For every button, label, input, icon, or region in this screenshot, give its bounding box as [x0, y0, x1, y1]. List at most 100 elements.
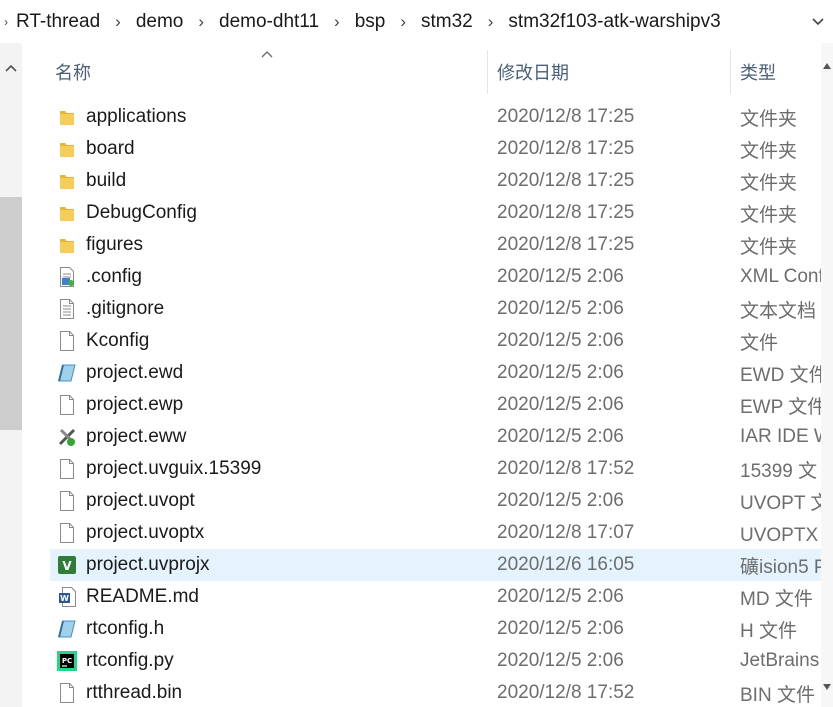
svg-text:PC: PC	[62, 657, 72, 665]
scrollbar-thumb[interactable]	[0, 197, 22, 430]
folder-icon	[56, 138, 78, 160]
file-modified-date: 2020/12/8 17:25	[497, 106, 635, 127]
file-name: rtthread.bin	[86, 682, 183, 703]
file-modified-date: 2020/12/8 17:07	[497, 522, 635, 543]
file-name: rtconfig.py	[86, 650, 174, 671]
svg-text:W: W	[60, 594, 69, 603]
file-row[interactable]: rtthread.bin 2020/12/8 17:52 BIN 文件	[50, 677, 821, 707]
caret-down-icon	[823, 684, 831, 690]
file-name: .config	[86, 266, 142, 287]
file-modified-date: 2020/12/5 2:06	[497, 362, 624, 383]
file-type: UVOPT 文	[740, 492, 821, 514]
chevron-right-icon[interactable]: ›	[389, 12, 417, 32]
chevron-right-icon[interactable]: ›	[477, 12, 505, 32]
breadcrumb-segment[interactable]: RT-thread	[12, 11, 104, 33]
file-row[interactable]: .gitignore 2020/12/5 2:06 文本文档	[50, 293, 821, 325]
column-header-bar: 名称 修改日期 类型	[50, 50, 821, 94]
file-name: build	[86, 170, 127, 191]
file-type: JetBrains	[740, 650, 820, 671]
chevron-right-icon[interactable]: ›	[187, 12, 215, 32]
file-row[interactable]: applications 2020/12/8 17:25 文件夹	[50, 101, 821, 133]
file-type: MD 文件	[740, 588, 813, 610]
generic-app-file-icon	[56, 362, 78, 384]
file-row[interactable]: .config 2020/12/5 2:06 XML Conf	[50, 261, 821, 293]
file-row[interactable]: rtconfig.h 2020/12/5 2:06 H 文件	[50, 613, 821, 645]
blank-file-icon	[56, 330, 78, 352]
file-row[interactable]: Kconfig 2020/12/5 2:06 文件	[50, 325, 821, 357]
keil-project-icon: V	[56, 554, 78, 576]
scroll-down-button[interactable]	[821, 678, 833, 696]
blank-file-icon	[56, 394, 78, 416]
chevron-right-icon[interactable]: ›	[104, 12, 132, 32]
breadcrumb-overflow-icon[interactable]: ›	[0, 15, 12, 29]
file-type: BIN 文件	[740, 684, 815, 706]
column-header-type[interactable]: 类型	[731, 50, 821, 94]
file-type: 15399 文	[740, 460, 818, 482]
scroll-up-button[interactable]	[0, 57, 22, 79]
breadcrumb-segment[interactable]: stm32	[417, 11, 477, 33]
file-modified-date: 2020/12/5 2:06	[497, 298, 624, 319]
file-row[interactable]: build 2020/12/8 17:25 文件夹	[50, 165, 821, 197]
file-modified-date: 2020/12/8 17:52	[497, 458, 635, 479]
file-name: project.uvguix.15399	[86, 458, 262, 479]
file-modified-date: 2020/12/8 17:52	[497, 682, 635, 703]
file-row[interactable]: board 2020/12/8 17:25 文件夹	[50, 133, 821, 165]
scroll-up-button[interactable]	[821, 57, 833, 75]
column-header-label: 名称	[55, 63, 91, 83]
chevron-right-icon[interactable]: ›	[323, 12, 351, 32]
file-modified-date: 2020/12/5 2:06	[497, 586, 624, 607]
breadcrumb-segment[interactable]: demo-dht11	[215, 11, 323, 33]
file-name: project.ewd	[86, 362, 184, 383]
breadcrumb-segment[interactable]: stm32f103-atk-warshipv3	[504, 11, 724, 33]
file-row[interactable]: project.uvguix.15399 2020/12/8 17:52 15399…	[50, 453, 821, 485]
file-row[interactable]: DebugConfig 2020/12/8 17:25 文件夹	[50, 197, 821, 229]
file-row[interactable]: project.uvopt 2020/12/5 2:06 UVOPT 文	[50, 485, 821, 517]
chevron-up-icon	[5, 64, 17, 72]
file-type: 文件夹	[740, 140, 798, 162]
vertical-scrollbar[interactable]	[821, 43, 833, 707]
pycharm-file-icon: PC	[56, 650, 78, 672]
iar-workspace-icon	[56, 426, 78, 448]
file-row[interactable]: project.uvoptx 2020/12/8 17:07 UVOPTX 文	[50, 517, 821, 549]
file-type: XML Conf	[740, 266, 821, 287]
file-name: README.md	[86, 586, 199, 607]
file-type: 文件夹	[740, 204, 798, 226]
column-header-label: 修改日期	[497, 63, 569, 83]
file-row[interactable]: PC rtconfig.py 2020/12/5 2:06 JetBrains	[50, 645, 821, 677]
file-row[interactable]: project.ewp 2020/12/5 2:06 EWP 文件	[50, 389, 821, 421]
navigation-pane	[0, 43, 22, 707]
word-document-icon: W	[56, 586, 78, 608]
file-name: DebugConfig	[86, 202, 197, 223]
breadcrumb-segment[interactable]: bsp	[351, 11, 390, 33]
file-row[interactable]: project.ewd 2020/12/5 2:06 EWD 文件	[50, 357, 821, 389]
file-row[interactable]: figures 2020/12/8 17:25 文件夹	[50, 229, 821, 261]
file-row[interactable]: Vproject.uvprojx 2020/12/6 16:05 礦ision5 P	[50, 549, 821, 581]
file-type: 文件	[740, 332, 779, 354]
file-name: project.eww	[86, 426, 187, 447]
file-type: 文件夹	[740, 108, 798, 130]
file-type: 文件夹	[740, 236, 798, 258]
file-row[interactable]: project.eww 2020/12/5 2:06 IAR IDE W	[50, 421, 821, 453]
column-header-name[interactable]: 名称	[50, 50, 488, 94]
file-modified-date: 2020/12/5 2:06	[497, 650, 624, 671]
generic-app-file-icon	[56, 618, 78, 640]
file-list: applications 2020/12/8 17:25 文件夹 board 2020/…	[50, 101, 821, 707]
file-type: EWD 文件	[740, 364, 821, 386]
folder-icon	[56, 234, 78, 256]
breadcrumb: › RT-thread › demo › demo-dht11 › bsp › …	[0, 0, 833, 43]
file-modified-date: 2020/12/5 2:06	[497, 426, 624, 447]
breadcrumb-segment[interactable]: demo	[132, 11, 188, 33]
blank-file-icon	[56, 682, 78, 704]
file-row[interactable]: W README.md 2020/12/5 2:06 MD 文件	[50, 581, 821, 613]
file-modified-date: 2020/12/6 16:05	[497, 554, 635, 575]
svg-text:V: V	[62, 559, 72, 573]
column-header-date[interactable]: 修改日期	[488, 50, 731, 94]
file-name: Kconfig	[86, 330, 150, 351]
chevron-down-icon	[812, 17, 824, 25]
caret-up-icon	[823, 63, 831, 69]
address-dropdown-button[interactable]	[803, 0, 833, 43]
text-file-icon	[56, 298, 78, 320]
file-modified-date: 2020/12/5 2:06	[497, 330, 624, 351]
file-type: 礦ision5 P	[740, 556, 821, 578]
file-type: IAR IDE W	[740, 426, 821, 447]
